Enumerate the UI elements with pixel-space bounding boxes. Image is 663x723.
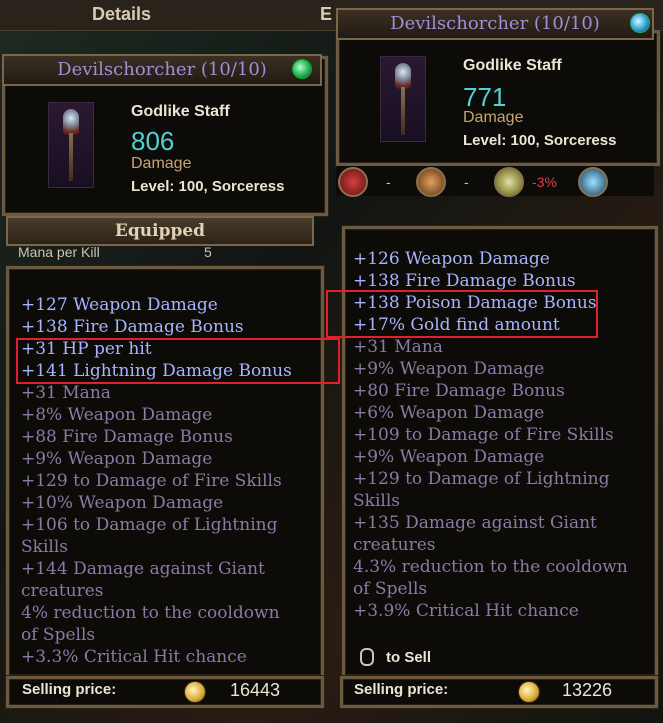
stat-line: +138 Fire Damage Bonus [353,271,576,291]
stat-line: +9% Weapon Damage [353,359,545,379]
stat-line: 4% reduction to the cooldown [21,603,280,623]
item-type: Godlike Staff [463,57,562,74]
hovered-imbue-stats: +31 Mana +9% Weapon Damage +80 Fire Dama… [353,336,628,622]
selling-label: Selling price: [22,681,117,698]
stat-line: creatures [21,581,104,601]
equipped-imbue-stats: +31 Mana +8% Weapon Damage +88 Fire Dama… [21,382,282,668]
coin-icon [518,681,540,703]
shield-icon [416,167,446,197]
stat-line: +8% Weapon Damage [21,405,213,425]
stat-line: +3.9% Critical Hit chance [353,601,579,621]
behind-row-label: Mana per Kill [18,244,100,260]
dagger-icon [494,167,524,197]
damage-label: Damage [131,155,192,172]
stat-line: +31 Mana [21,383,111,403]
selling-price: 16443 [230,680,281,700]
tab-details[interactable]: Details [92,4,151,25]
stat-line: +144 Damage against Giant [21,559,265,579]
stat-line: +9% Weapon Damage [21,449,213,469]
stat-line: +106 to Damage of Lightning [21,515,278,535]
equipped-label: Equipped [114,221,206,241]
level-requirement: Level: 100, Sorceress [131,178,285,195]
compare-value: - [464,174,469,190]
stat-line: +109 to Damage of Fire Skills [353,425,614,445]
selling-label: Selling price: [354,681,449,698]
stat-line: +31 Mana [353,337,443,357]
staff-icon [380,56,426,142]
hovered-item-title: Devilschorcher (10/10) [336,8,654,40]
compare-value: -3% [532,174,557,190]
highlight-box [326,290,598,338]
damage-label: Damage [463,109,524,126]
stat-line: creatures [353,535,436,555]
to-sell-hint: to Sell [386,649,432,666]
compare-bar: - - -3% [336,166,654,197]
behind-row: Mana per Kill 5 [14,242,314,260]
compare-value: - [386,174,391,190]
behind-row-value: 5 [204,244,212,260]
level-requirement: Level: 100, Sorceress [463,132,617,149]
stat-line: +10% Weapon Damage [21,493,224,513]
highlight-box [16,338,340,384]
stat-line: Skills [21,537,68,557]
stat-line: +127 Weapon Damage [21,295,218,315]
damage-value: 806 [131,126,175,156]
stat-line: +88 Fire Damage Bonus [21,427,233,447]
equipped-item-title: Devilschorcher (10/10) [2,54,322,86]
item-type: Godlike Staff [131,103,230,120]
stat-line: +80 Fire Damage Bonus [353,381,565,401]
tab-partial[interactable]: E [320,4,332,25]
heart-icon [338,167,368,197]
item-name: Devilschorcher (10/10) [57,59,267,80]
stat-line: of Spells [353,579,428,599]
stat-line: +6% Weapon Damage [353,403,545,423]
mouse-icon [360,648,374,666]
stat-line: +135 Damage against Giant [353,513,597,533]
stat-line: of Spells [21,625,96,645]
stat-line: +3.3% Critical Hit chance [21,647,247,667]
stat-line: +129 to Damage of Lightning [353,469,610,489]
stat-line: +126 Weapon Damage [353,249,550,269]
swirl-icon [630,13,650,33]
stat-line: 4.3% reduction to the cooldown [353,557,628,577]
item-name: Devilschorcher (10/10) [390,13,600,34]
stat-line: +129 to Damage of Fire Skills [21,471,282,491]
staff-icon [48,102,94,188]
frost-icon [578,167,608,197]
stat-line: +138 Fire Damage Bonus [21,317,244,337]
stat-line: +9% Weapon Damage [353,447,545,467]
stat-line: Skills [353,491,400,511]
selling-price: 13226 [562,680,613,700]
swirl-icon [292,59,312,79]
coin-icon [184,681,206,703]
